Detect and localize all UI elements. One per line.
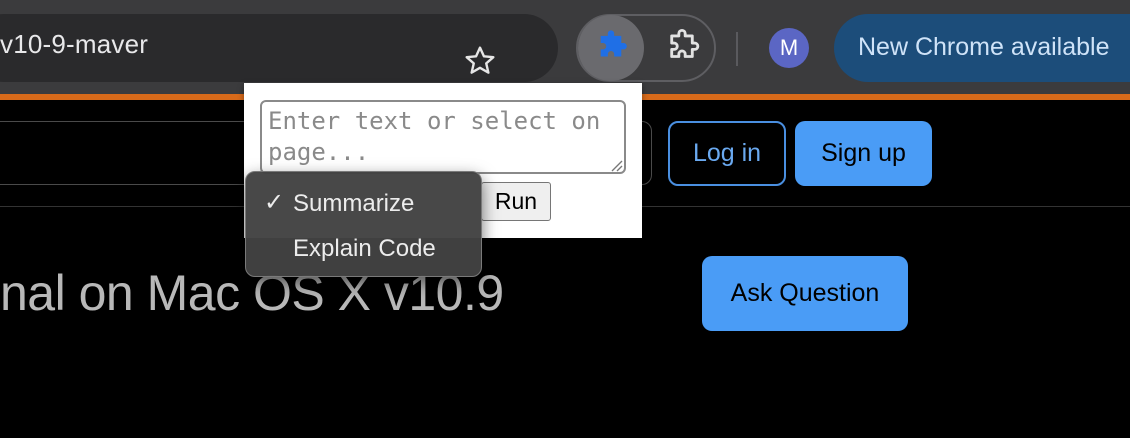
- ask-question-button[interactable]: Ask Question: [702, 256, 908, 331]
- checkmark-icon: ✓: [264, 189, 285, 216]
- address-bar[interactable]: v10-9-maver: [0, 14, 558, 82]
- menu-option-summarize[interactable]: ✓ Summarize: [246, 184, 481, 224]
- profile-avatar[interactable]: M: [769, 28, 809, 68]
- run-button[interactable]: Run: [481, 182, 551, 221]
- address-bar-text: v10-9-maver: [0, 29, 149, 59]
- prompt-textarea[interactable]: [260, 100, 626, 174]
- login-button[interactable]: Log in: [668, 121, 786, 186]
- puzzle-icon[interactable]: [592, 28, 630, 66]
- extensions-icon[interactable]: [663, 28, 701, 66]
- menu-option-label: Explain Code: [293, 235, 436, 262]
- signup-button[interactable]: Sign up: [795, 121, 932, 186]
- resize-handle-icon[interactable]: [609, 158, 623, 172]
- menu-option-explain-code[interactable]: Explain Code: [246, 229, 481, 269]
- menu-option-label: Summarize: [293, 190, 415, 217]
- action-select-menu: ✓ Summarize Explain Code: [245, 171, 482, 277]
- browser-window: v10-9-maver M New Chrome available Log i…: [0, 0, 1130, 438]
- chrome-update-button[interactable]: New Chrome available: [834, 14, 1130, 82]
- star-icon[interactable]: [463, 44, 497, 78]
- toolbar-separator: [736, 32, 738, 66]
- chrome-update-label: New Chrome available: [858, 33, 1110, 61]
